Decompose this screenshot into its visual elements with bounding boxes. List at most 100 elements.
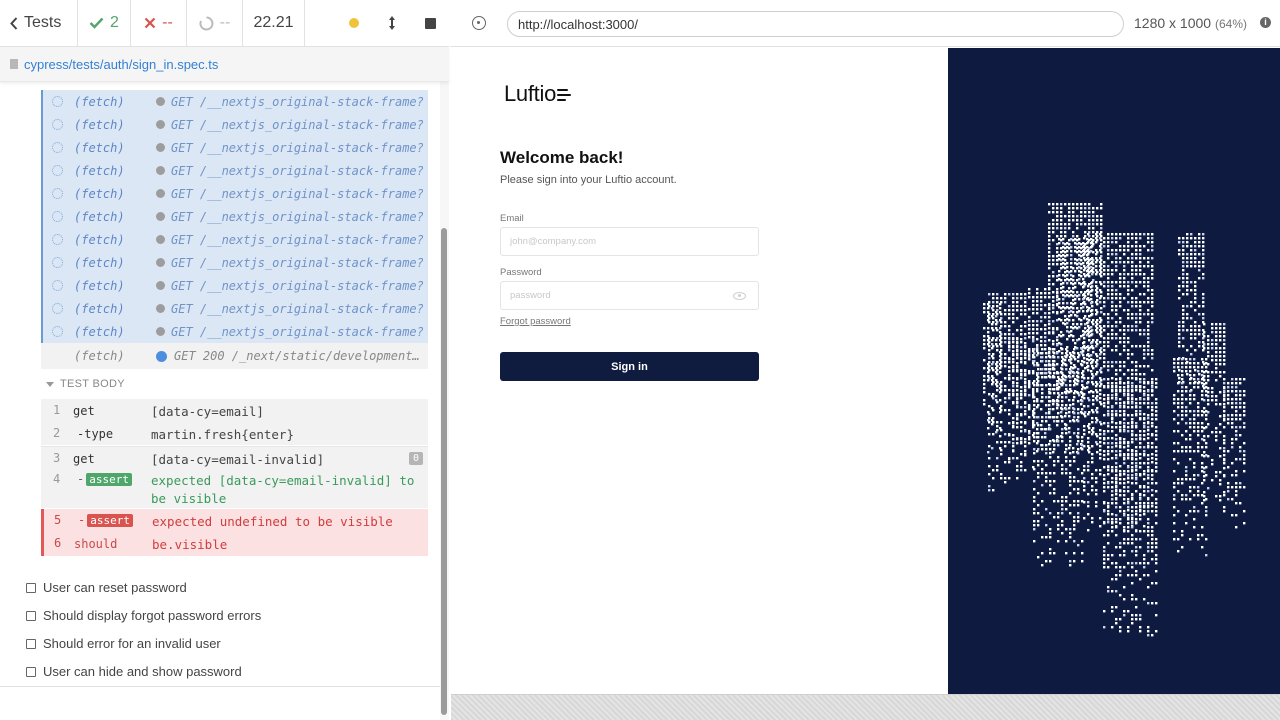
window-mark xyxy=(1090,342,1093,345)
window-mark xyxy=(1024,346,1027,349)
request-row[interactable]: (fetch) GET /__nextjs_original-stack-fram… xyxy=(41,182,428,205)
command-row[interactable]: 3 get [data-cy=email-invalid] 0 xyxy=(41,446,428,468)
window-mark xyxy=(1044,348,1047,351)
window-mark xyxy=(1065,496,1068,499)
info-icon[interactable]: i xyxy=(1260,17,1271,28)
request-row[interactable]: (fetch) GET /__nextjs_original-stack-fram… xyxy=(41,320,428,343)
password-field[interactable]: password xyxy=(500,281,759,310)
back-to-tests-button[interactable]: Tests xyxy=(0,0,78,46)
sign-in-button[interactable]: Sign in xyxy=(500,352,759,381)
request-row[interactable]: (fetch) GET /__nextjs_original-stack-fram… xyxy=(41,228,428,251)
window-mark xyxy=(1049,440,1052,443)
request-row-complete[interactable]: (fetch) GET 200 /_next/static/developmen… xyxy=(41,343,428,369)
window-mark xyxy=(1081,408,1084,411)
request-status-dot-icon xyxy=(156,143,165,152)
window-mark xyxy=(1190,333,1193,336)
window-mark xyxy=(987,335,990,338)
test-item[interactable]: Should error for an invalid user xyxy=(26,636,221,651)
window-mark xyxy=(1181,386,1184,389)
selector-playground-icon[interactable] xyxy=(472,16,486,30)
window-mark xyxy=(1016,422,1019,425)
window-mark xyxy=(1061,416,1064,419)
window-mark xyxy=(1127,474,1130,477)
test-item[interactable]: User can reset password xyxy=(26,580,187,595)
email-field[interactable]: john@company.com xyxy=(500,227,759,256)
window-mark xyxy=(1070,370,1073,373)
window-mark xyxy=(1078,354,1081,357)
assert-row-pass[interactable]: 4 - assert expected [data-cy=email-invali… xyxy=(41,468,428,508)
test-body-header[interactable]: TEST BODY xyxy=(46,378,125,390)
forgot-password-link[interactable]: Forgot password xyxy=(500,316,571,327)
window-mark xyxy=(1076,215,1079,218)
command-row-fail[interactable]: 6 should be.visible xyxy=(41,532,428,556)
scrollbar-thumb[interactable] xyxy=(441,228,447,715)
window-mark xyxy=(1004,441,1007,444)
show-password-icon[interactable] xyxy=(733,292,746,300)
window-mark xyxy=(1235,402,1238,405)
window-mark xyxy=(1235,378,1238,381)
window-mark xyxy=(1151,414,1154,417)
window-mark xyxy=(1091,273,1094,276)
window-mark xyxy=(1100,215,1103,218)
window-mark xyxy=(1076,203,1079,206)
window-mark xyxy=(1185,438,1188,441)
window-mark xyxy=(1143,333,1146,336)
auto-scroll-toggle[interactable] xyxy=(373,15,411,31)
window-mark xyxy=(1049,528,1052,531)
window-mark xyxy=(1080,207,1083,210)
window-mark xyxy=(1083,517,1086,520)
window-mark xyxy=(1008,477,1011,480)
window-mark xyxy=(995,383,998,386)
window-mark xyxy=(1000,477,1003,480)
window-mark xyxy=(1119,285,1122,288)
window-mark xyxy=(1028,386,1031,389)
spec-path-link[interactable]: cypress/tests/auth/sign_in.spec.ts xyxy=(24,57,218,72)
test-item[interactable]: Should display forgot password errors xyxy=(26,608,261,623)
request-row[interactable]: (fetch) GET /__nextjs_original-stack-fram… xyxy=(41,136,428,159)
assert-row-fail[interactable]: 5 - assert expected undefined to be visib… xyxy=(41,509,428,532)
window-mark xyxy=(1147,241,1150,244)
window-mark xyxy=(1045,420,1048,423)
window-mark xyxy=(1107,233,1110,236)
request-row[interactable]: (fetch) GET /__nextjs_original-stack-fram… xyxy=(41,274,428,297)
window-mark xyxy=(1016,362,1019,365)
window-mark xyxy=(1082,342,1085,345)
window-mark xyxy=(1119,522,1122,525)
window-mark xyxy=(1091,433,1094,436)
window-mark xyxy=(1123,462,1126,465)
window-mark xyxy=(1048,255,1051,258)
window-mark xyxy=(1095,273,1098,276)
request-row[interactable]: (fetch) GET /__nextjs_original-stack-fram… xyxy=(41,159,428,182)
window-mark xyxy=(1190,345,1193,348)
window-mark xyxy=(1135,513,1138,516)
window-mark xyxy=(1078,394,1081,397)
window-mark xyxy=(1082,374,1085,377)
window-mark xyxy=(1068,411,1071,414)
window-mark xyxy=(1135,398,1138,401)
stop-button[interactable] xyxy=(411,17,449,29)
test-item[interactable]: User can hide and show password xyxy=(26,664,242,679)
url-bar[interactable]: http://localhost:3000/ xyxy=(507,11,1124,37)
window-mark xyxy=(1028,332,1031,335)
window-mark xyxy=(1151,313,1154,316)
command-row[interactable]: 2 -type martin.fresh{enter} xyxy=(41,422,428,445)
window-mark xyxy=(1100,219,1103,222)
command-row[interactable]: 1 get [data-cy=email] xyxy=(41,399,428,422)
request-row[interactable]: (fetch) GET /__nextjs_original-stack-fram… xyxy=(41,251,428,274)
window-mark xyxy=(1069,376,1072,379)
window-mark xyxy=(1119,574,1122,577)
window-mark xyxy=(1066,270,1069,273)
window-mark xyxy=(1119,542,1122,545)
window-mark xyxy=(1077,400,1080,403)
window-mark xyxy=(1178,249,1181,252)
request-row[interactable]: (fetch) GET /__nextjs_original-stack-fram… xyxy=(41,297,428,320)
request-row[interactable]: (fetch) GET /__nextjs_original-stack-fram… xyxy=(41,205,428,228)
request-row[interactable]: (fetch) GET /__nextjs_original-stack-fram… xyxy=(41,113,428,136)
window-mark xyxy=(1078,266,1081,269)
window-mark xyxy=(1119,398,1122,401)
window-mark xyxy=(1127,369,1130,372)
window-mark xyxy=(999,367,1002,370)
request-row[interactable]: (fetch) GET /__nextjs_original-stack-fram… xyxy=(41,90,428,113)
window-mark xyxy=(1223,491,1226,494)
window-mark xyxy=(1223,435,1226,438)
